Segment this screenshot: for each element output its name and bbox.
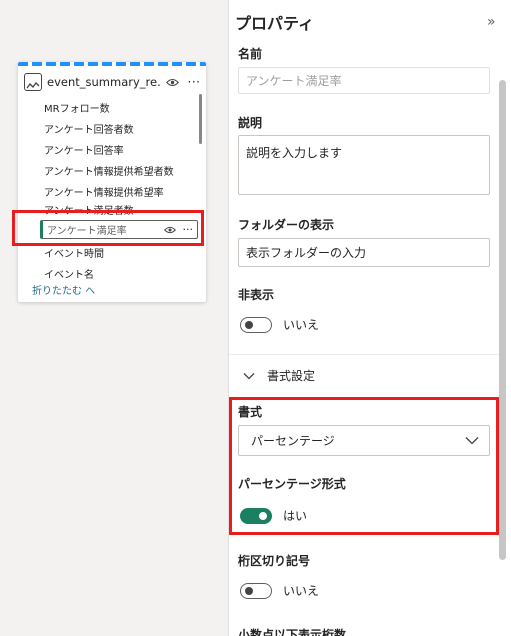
percent-value: はい — [283, 509, 308, 523]
thousands-label: 桁区切り記号 — [238, 554, 311, 568]
expand-panel-icon[interactable]: » — [487, 14, 496, 30]
table-icon — [24, 73, 42, 91]
percent-format-label: パーセンテージ形式 — [238, 477, 346, 491]
toggle-knob — [245, 586, 253, 595]
format-select[interactable]: パーセンテージ — [238, 425, 490, 456]
hidden-label: 非表示 — [238, 288, 275, 302]
card-scrollbar[interactable] — [199, 94, 202, 144]
eye-icon[interactable] — [164, 78, 180, 87]
card-header[interactable]: event_summary_re... ··· — [24, 70, 202, 94]
thousands-toggle[interactable] — [240, 582, 272, 599]
thousands-toggle-row[interactable]: いいえ — [240, 582, 319, 599]
divider — [229, 354, 501, 355]
more-options-icon[interactable]: ··· — [183, 223, 194, 236]
description-label: 説明 — [238, 116, 263, 130]
selected-field-label: アンケート満足率 — [47, 226, 127, 237]
hidden-toggle[interactable] — [240, 316, 272, 333]
chevron-down-icon — [465, 437, 479, 445]
list-item[interactable]: アンケート情報提供希望率 — [44, 184, 164, 199]
folder-label: フォルダーの表示 — [238, 218, 335, 232]
more-options-icon[interactable]: ··· — [186, 76, 202, 88]
toggle-knob — [245, 320, 253, 329]
panel-scrollbar[interactable] — [499, 80, 506, 560]
hidden-toggle-row[interactable]: いいえ — [240, 316, 319, 333]
name-label: 名前 — [238, 47, 263, 61]
percent-toggle-row[interactable]: はい — [240, 507, 307, 524]
collapse-link[interactable]: 折りたたむ へ — [32, 282, 95, 297]
folder-field[interactable]: 表示フォルダーの入力 — [238, 238, 490, 267]
list-item[interactable]: アンケート回答率 — [44, 142, 124, 157]
toggle-knob — [259, 511, 267, 520]
eye-icon[interactable] — [163, 226, 177, 234]
field-list: MRフォロー数 アンケート回答者数 アンケート回答率 アンケート情報提供希望者数… — [18, 96, 206, 282]
thousands-value: いいえ — [283, 584, 320, 598]
list-item[interactable]: アンケート満足者数 — [44, 202, 134, 217]
description-field[interactable]: 説明を入力します — [238, 135, 490, 195]
list-item[interactable]: アンケート情報提供希望者数 — [44, 163, 174, 178]
list-item-selected[interactable]: アンケート満足率 ··· — [40, 220, 198, 239]
list-item[interactable]: アンケート回答者数 — [44, 121, 134, 136]
selection-dash-border — [18, 62, 206, 66]
format-select-value: パーセンテージ — [251, 434, 335, 448]
panel-title: プロパティ — [235, 14, 315, 33]
format-label: 書式 — [238, 405, 263, 419]
format-section-header[interactable]: 書式設定 — [243, 367, 315, 384]
properties-panel: プロパティ » 名前 アンケート満足率 説明 説明を入力します フォルダーの表示… — [228, 0, 511, 636]
percent-toggle[interactable] — [240, 507, 272, 524]
hidden-value: いいえ — [283, 318, 320, 332]
chevron-down-icon — [243, 372, 255, 380]
card-title: event_summary_re... — [47, 75, 161, 89]
decimal-places-label: 小数点以下表示桁数 — [238, 628, 347, 636]
table-card[interactable]: event_summary_re... ··· MRフォロー数 アンケート回答者… — [18, 62, 206, 302]
name-field[interactable]: アンケート満足率 — [238, 67, 490, 94]
list-item[interactable]: イベント時間 — [44, 245, 104, 260]
list-item[interactable]: MRフォロー数 — [44, 100, 110, 115]
list-item[interactable]: イベント名 — [44, 266, 94, 281]
format-section-label: 書式設定 — [267, 369, 316, 383]
